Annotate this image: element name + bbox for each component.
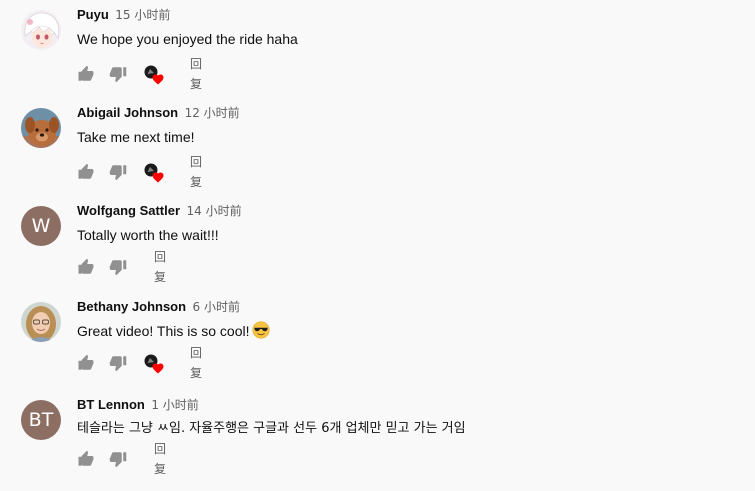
comment-text: Totally worth the wait!!!	[77, 227, 219, 243]
author-avatar[interactable]	[21, 108, 61, 148]
anime-avatar-icon	[21, 10, 61, 50]
author-avatar[interactable]: W	[21, 206, 61, 246]
comment-text: We hope you enjoyed the ride haha	[77, 31, 298, 47]
comment-header: BT Lennon 1 小时前	[77, 396, 199, 414]
comment-header: Bethany Johnson 6 小时前	[77, 298, 240, 316]
comment-timestamp[interactable]: 14 小时前	[187, 204, 242, 218]
comment-thread: Bethany Johnson 6 小时前 Great video! This …	[0, 297, 755, 393]
author-avatar[interactable]	[21, 302, 61, 342]
dislike-button[interactable]	[109, 64, 127, 84]
thumbs-down-icon	[109, 260, 127, 276]
thumbs-up-icon	[78, 450, 94, 466]
comment-text: 테슬라는 그냥 ㅆ임. 자율주행은 구글과 선두 6개 업체만 믿고 가는 거임	[77, 421, 466, 436]
woman-photo-avatar-icon	[21, 302, 61, 342]
comment-thread: Puyu 15 小时前 We hope you enjoyed the ride…	[0, 5, 755, 101]
creator-heart-icon	[144, 354, 164, 374]
dog-photo-avatar-icon	[21, 108, 61, 148]
thumbs-up-icon	[78, 65, 94, 81]
author-avatar[interactable]	[21, 10, 61, 50]
author-name[interactable]: Wolfgang Sattler	[77, 203, 180, 218]
comment-header: Wolfgang Sattler 14 小时前	[77, 202, 242, 220]
like-button[interactable]	[77, 257, 95, 277]
thumbs-up-icon	[78, 163, 94, 179]
like-button[interactable]	[77, 449, 95, 469]
author-name[interactable]: Puyu	[77, 7, 109, 22]
thumbs-up-icon	[78, 258, 94, 274]
like-button[interactable]	[77, 162, 95, 182]
author-name[interactable]: Bethany Johnson	[77, 299, 186, 314]
comment-timestamp[interactable]: 15 小时前	[115, 8, 170, 22]
comment-timestamp[interactable]: 6 小时前	[193, 300, 240, 314]
author-avatar[interactable]: BT	[21, 400, 61, 440]
like-button[interactable]	[77, 353, 95, 373]
creator-heart-icon	[144, 163, 164, 183]
author-name[interactable]: Abigail Johnson	[77, 105, 178, 120]
comments-section: Puyu 15 小时前 We hope you enjoyed the ride…	[0, 0, 755, 482]
creator-heart-badge[interactable]	[144, 65, 164, 85]
dislike-button[interactable]	[109, 162, 127, 182]
sunglasses-emoji-icon	[252, 321, 271, 344]
comment-text: Take me next time!	[77, 129, 195, 145]
comment-thread: BT BT Lennon 1 小时前 테슬라는 그냥 ㅆ임. 자율주행은 구글과…	[0, 395, 755, 491]
thumbs-down-icon	[109, 452, 127, 468]
dislike-button[interactable]	[109, 257, 127, 277]
reply-button[interactable]: 回复	[154, 250, 166, 284]
comment-header: Abigail Johnson 12 小时前	[77, 104, 240, 122]
comment-text: Great video! This is so cool!	[77, 321, 271, 344]
comment-text-content: Great video! This is so cool!	[77, 323, 250, 339]
thumbs-down-icon	[109, 165, 127, 181]
creator-heart-badge[interactable]	[144, 354, 164, 374]
creator-heart-badge[interactable]	[144, 163, 164, 183]
like-button[interactable]	[77, 64, 95, 84]
comment-timestamp[interactable]: 12 小时前	[185, 106, 240, 120]
dislike-button[interactable]	[109, 353, 127, 373]
reply-button[interactable]: 回复	[190, 346, 202, 380]
comment-timestamp[interactable]: 1 小时前	[151, 398, 198, 412]
reply-button[interactable]: 回复	[190, 57, 202, 91]
creator-heart-icon	[144, 65, 164, 85]
thumbs-up-icon	[78, 354, 94, 370]
thumbs-down-icon	[109, 356, 127, 372]
comment-header: Puyu 15 小时前	[77, 6, 170, 24]
comment-thread: W Wolfgang Sattler 14 小时前 Totally worth …	[0, 201, 755, 297]
comment-thread: Abigail Johnson 12 小时前 Take me next time…	[0, 103, 755, 199]
dislike-button[interactable]	[109, 449, 127, 469]
reply-button[interactable]: 回复	[190, 155, 202, 189]
reply-button[interactable]: 回复	[154, 442, 166, 476]
thumbs-down-icon	[109, 67, 127, 83]
author-name[interactable]: BT Lennon	[77, 397, 145, 412]
